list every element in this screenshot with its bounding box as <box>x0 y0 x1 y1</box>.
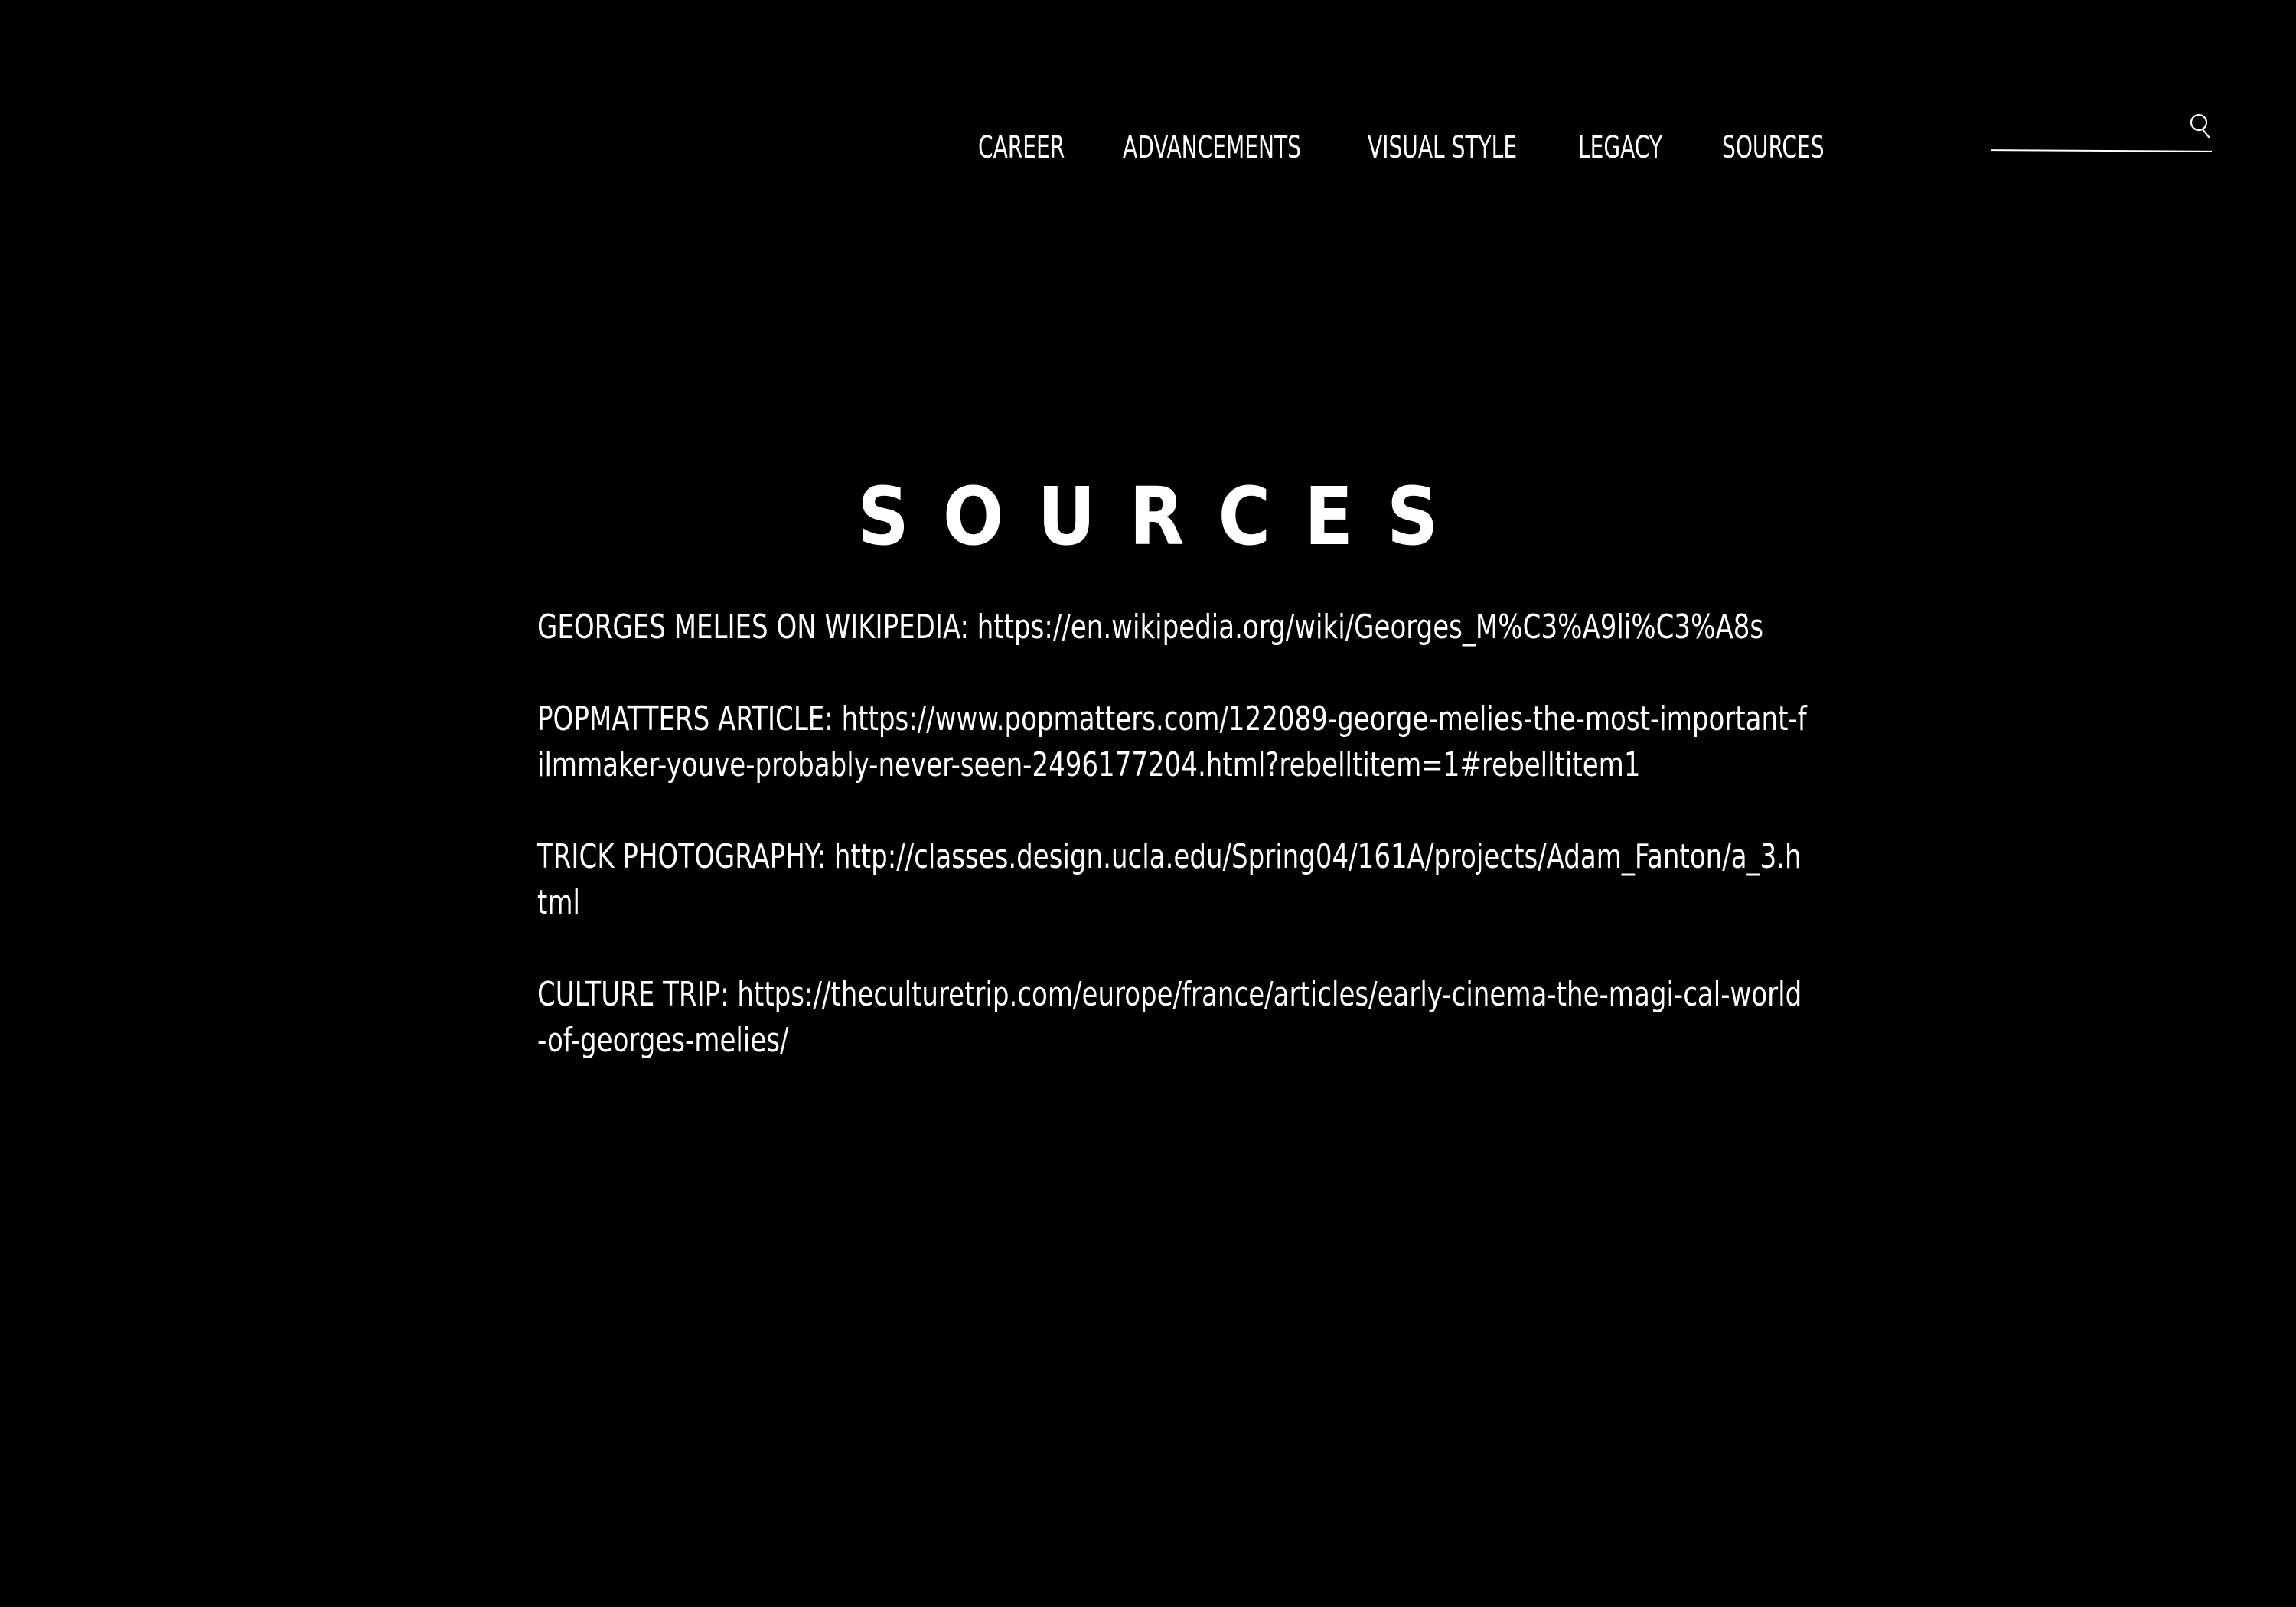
nav-item-sources[interactable]: SOURCES <box>1722 121 1825 174</box>
search-input[interactable] <box>1991 115 2175 145</box>
source-item-culture-trip: CULTURE TRIP: https://theculturetrip.com… <box>537 972 1808 1064</box>
search-icon[interactable] <box>2184 112 2212 142</box>
search-underline <box>1991 149 2213 152</box>
nav-item-career[interactable]: CAREER <box>978 121 1065 174</box>
nav-item-advancements[interactable]: ADVANCEMENTS <box>1123 121 1301 174</box>
source-item-wikipedia: GEORGES MELIES ON WIKIPEDIA: https://en.… <box>537 605 1808 650</box>
nav-item-visual-style[interactable]: VISUAL STYLE <box>1368 121 1517 174</box>
source-label: CULTURE TRIP: <box>537 975 729 1014</box>
source-item-popmatters: POPMATTERS ARTICLE: https://www.popmatte… <box>537 696 1808 788</box>
source-label: GEORGES MELIES ON WIKIPEDIA: <box>537 608 969 647</box>
page-title: SOURCES <box>857 469 1473 563</box>
nav-item-legacy[interactable]: LEGACY <box>1578 121 1662 174</box>
source-item-trick-photography: TRICK PHOTOGRAPHY: http://classes.design… <box>537 834 1808 926</box>
source-link[interactable]: https://en.wikipedia.org/wiki/Georges_M%… <box>977 608 1763 647</box>
source-label: POPMATTERS ARTICLE: <box>537 699 833 738</box>
source-label: TRICK PHOTOGRAPHY: <box>537 837 827 876</box>
search-box <box>1991 107 2213 152</box>
sources-list: GEORGES MELIES ON WIKIPEDIA: https://en.… <box>537 605 1808 1110</box>
